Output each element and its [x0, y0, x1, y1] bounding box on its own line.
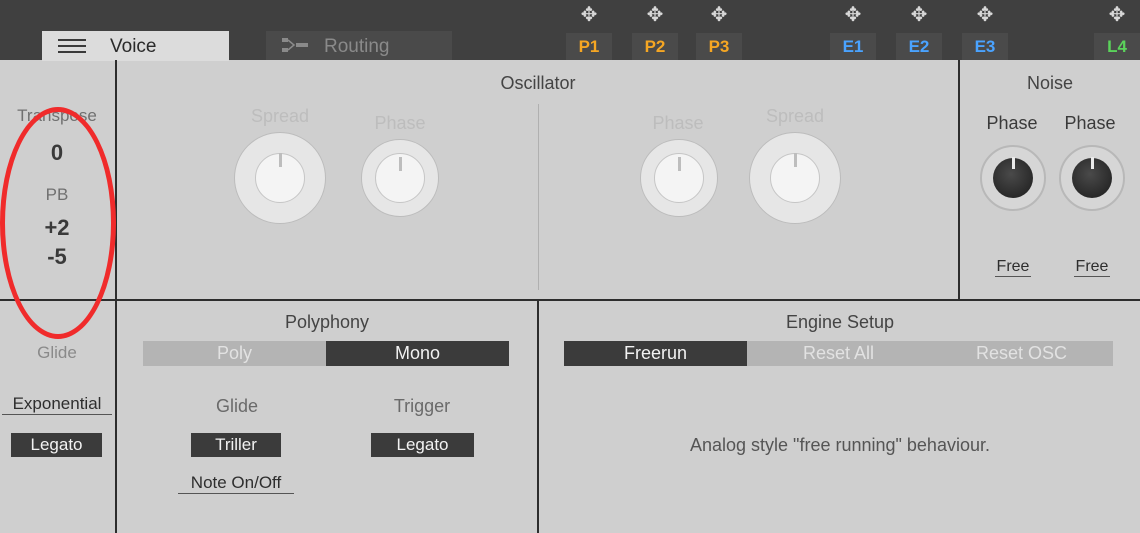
- tab-routing[interactable]: Routing: [266, 31, 452, 60]
- hamburger-menu-icon[interactable]: [58, 39, 86, 53]
- note-mode-select[interactable]: Note On/Off: [178, 473, 294, 494]
- noise-mode-select[interactable]: Free: [995, 258, 1031, 277]
- move-icon[interactable]: ✥: [1094, 3, 1140, 27]
- osc-knob-label: Phase: [652, 113, 704, 133]
- top-bar: Voice Routing ✥ P1 ✥ P2 ✥ P3 ✥ E1 ✥ E2 ✥…: [0, 0, 1140, 61]
- osc-knob-label: Phase: [374, 113, 426, 133]
- poly-trigger-label: Trigger: [393, 396, 451, 416]
- macro-p3[interactable]: ✥ P3: [696, 0, 742, 60]
- glide-trigger-button[interactable]: Legato: [11, 433, 102, 457]
- divider: [115, 60, 117, 533]
- phase-knob[interactable]: [640, 139, 718, 217]
- spread-knob[interactable]: [234, 132, 326, 224]
- mono-option[interactable]: Mono: [326, 341, 509, 366]
- macro-e1[interactable]: ✥ E1: [830, 0, 876, 60]
- poly-glide-button[interactable]: Triller: [191, 433, 281, 457]
- divider: [537, 300, 539, 533]
- macro-p2-label[interactable]: P2: [632, 33, 678, 60]
- macro-p3-label[interactable]: P3: [696, 33, 742, 60]
- spread-knob[interactable]: [749, 132, 841, 224]
- macro-e2[interactable]: ✥ E2: [896, 0, 942, 60]
- noise-title: Noise: [1026, 73, 1074, 93]
- glide-label: Glide: [37, 343, 77, 362]
- macro-l4[interactable]: ✥ L4: [1094, 0, 1140, 60]
- move-icon[interactable]: ✥: [896, 3, 942, 27]
- poly-option[interactable]: Poly: [143, 341, 326, 366]
- move-icon[interactable]: ✥: [632, 3, 678, 27]
- macro-l4-label[interactable]: L4: [1094, 33, 1140, 60]
- routing-icon: [282, 38, 308, 52]
- macro-p1-label[interactable]: P1: [566, 33, 612, 60]
- noise-mode-select[interactable]: Free: [1074, 258, 1110, 277]
- macro-p2[interactable]: ✥ P2: [632, 0, 678, 60]
- divider: [0, 299, 1140, 301]
- freerun-option[interactable]: Freerun: [564, 341, 747, 366]
- engine-description: Analog style "free running" behaviour.: [690, 435, 990, 455]
- macro-e3[interactable]: ✥ E3: [962, 0, 1008, 60]
- move-icon[interactable]: ✥: [830, 3, 876, 27]
- move-icon[interactable]: ✥: [566, 3, 612, 27]
- annotation-ellipse: [0, 107, 116, 339]
- oscillator-split-divider: [538, 104, 539, 290]
- divider: [958, 60, 960, 300]
- macro-e1-label[interactable]: E1: [830, 33, 876, 60]
- poly-trigger-button[interactable]: Legato: [371, 433, 474, 457]
- move-icon[interactable]: ✥: [696, 3, 742, 27]
- move-icon[interactable]: ✥: [962, 3, 1008, 27]
- phase-knob[interactable]: [361, 139, 439, 217]
- oscillator-title: Oscillator: [500, 73, 576, 93]
- reset-osc-option[interactable]: Reset OSC: [930, 341, 1113, 366]
- noise-phase-knob[interactable]: [1059, 145, 1125, 211]
- macro-e3-label[interactable]: E3: [962, 33, 1008, 60]
- noise-knob-label: Phase: [1064, 113, 1116, 133]
- polyphony-title: Polyphony: [284, 312, 370, 332]
- engine-setup-title: Engine Setup: [785, 312, 895, 332]
- macro-e2-label[interactable]: E2: [896, 33, 942, 60]
- reset-all-option[interactable]: Reset All: [747, 341, 930, 366]
- macro-p1[interactable]: ✥ P1: [566, 0, 612, 60]
- tab-voice-label: Voice: [110, 36, 157, 57]
- osc-knob-label: Spread: [765, 106, 825, 126]
- poly-glide-label: Glide: [215, 396, 259, 416]
- glide-mode-select[interactable]: Exponential: [2, 394, 112, 415]
- osc-knob-label: Spread: [250, 106, 310, 126]
- noise-phase-knob[interactable]: [980, 145, 1046, 211]
- tab-routing-label: Routing: [324, 36, 390, 57]
- tab-voice[interactable]: Voice: [42, 31, 229, 61]
